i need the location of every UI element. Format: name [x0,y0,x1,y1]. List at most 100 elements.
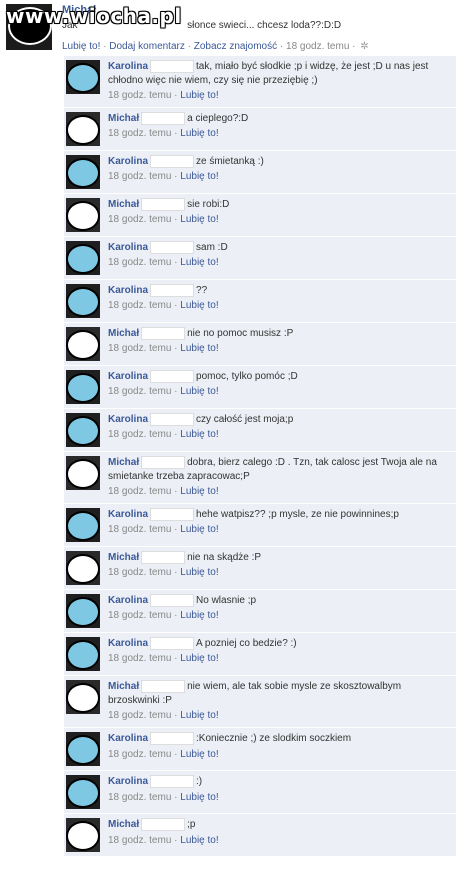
comment-text: a cieplego?:D [187,113,249,125]
comment-thread: Karolina tak, miało być słodkie ;p i widz… [64,56,456,858]
like-link[interactable]: Lubię to! [180,792,218,803]
avatar[interactable] [66,413,100,448]
comment-text: czy całość jest moja;p [196,414,294,426]
avatar[interactable] [66,456,100,491]
comment-author[interactable]: Michał [108,681,139,692]
comment-meta: 18 godz. temu · Lubię to! [108,90,219,102]
comment-author[interactable]: Karolina [108,638,148,649]
avatar[interactable] [66,198,100,233]
avatar[interactable] [66,732,100,767]
like-link[interactable]: Lubię to! [180,300,218,311]
see-friendship-link[interactable]: Zobacz znajomość [194,41,277,52]
like-link[interactable]: Lubię to! [180,710,218,721]
redaction-oval [66,778,100,809]
comment-author[interactable]: Karolina [108,371,148,382]
like-link[interactable]: Lubię to! [180,429,218,440]
like-link[interactable]: Lubię to! [180,749,218,760]
avatar[interactable] [66,508,100,543]
comment-author[interactable]: Karolina [108,777,148,788]
avatar[interactable] [66,60,100,94]
redaction-oval [66,244,100,275]
like-link[interactable]: Lubię to! [180,567,218,578]
redaction-block [150,732,195,746]
like-link[interactable]: Lubię to! [180,214,218,225]
add-comment-link[interactable]: Dodaj komentarz [109,41,185,52]
redaction-oval [66,597,100,628]
comment-author[interactable]: Karolina [108,509,148,520]
comment-text: nie na skądże :P [187,552,262,564]
comment-body: Karolina sam :D 18 godz. temu · Lubię to! [64,237,456,274]
comment-text: ze śmietanką :) [196,156,264,168]
like-link[interactable]: Lubię to! [180,128,218,139]
comment-author[interactable]: Karolina [108,285,148,296]
redaction-oval [66,683,100,714]
avatar[interactable] [66,818,100,853]
avatar[interactable] [66,594,100,629]
comment-author[interactable]: Michał [108,457,139,468]
comment-author[interactable]: Michał [108,820,139,831]
like-link[interactable]: Lubię to! [180,343,218,354]
avatar[interactable] [66,775,100,810]
avatar[interactable] [66,551,100,586]
comment-text: sam :D [196,242,228,254]
comment-time: 18 godz. temu [108,834,172,846]
redaction-block [141,198,186,212]
post-meta: Lubię to! · Dodaj komentarz · Zobacz zna… [62,41,369,52]
comment-meta: 18 godz. temu · Lubię to! [108,524,219,536]
avatar[interactable] [66,112,100,147]
gear-icon[interactable]: ✲ [360,41,368,52]
like-link[interactable]: Lubię to! [180,610,218,621]
comment-author[interactable]: Michał [108,199,139,210]
avatar[interactable] [66,284,100,319]
avatar[interactable] [66,370,100,405]
avatar[interactable] [66,637,100,672]
comment-meta: 18 godz. temu · Lubię to! [108,429,219,441]
like-link[interactable]: Lubię to! [180,386,218,397]
redaction-oval [66,287,100,318]
comment-row: Michał nie na skądże :P 18 godz. temu · Lu… [64,547,456,591]
redaction-oval [66,373,100,404]
comment-meta: 18 godz. temu · Lubię to! [108,257,219,269]
redaction-block [141,551,186,565]
comment-time: 18 godz. temu [108,90,172,102]
like-link[interactable]: Lubię to! [180,524,218,535]
comment-author[interactable]: Karolina [108,595,148,606]
like-link[interactable]: Lubię to! [180,257,218,268]
comment-meta: 18 godz. temu · Lubię to! [108,791,219,803]
comment-text: pomoc, tylko pomóc ;D [196,371,298,383]
comment-author[interactable]: Michał [108,328,139,339]
comment-author[interactable]: Karolina [108,242,148,253]
comment-author[interactable]: Karolina [108,414,148,425]
comment-row: Karolina No wlasnie ;p 18 godz. temu · Lub… [64,590,456,634]
like-link[interactable]: Lubię to! [180,486,218,497]
avatar[interactable] [66,680,100,715]
comment-time: 18 godz. temu [108,567,172,579]
avatar[interactable] [66,241,100,276]
like-link[interactable]: Lubię to! [62,41,100,52]
comment-meta: 18 godz. temu · Lubię to! [108,128,219,140]
comment-meta: 18 godz. temu · Lubię to! [108,710,219,722]
post-text-end: słonce swieci... chcesz loda??:D:D [187,20,342,32]
redaction-oval [66,330,100,361]
avatar[interactable] [66,155,100,190]
comment-author[interactable]: Karolina [108,61,148,72]
comment-author[interactable]: Karolina [108,156,148,167]
redaction-oval [66,640,100,671]
comment-author[interactable]: Michał [108,113,139,124]
comment-row: Michał ;p 18 godz. temu · Lubię to! [64,814,456,858]
redaction-oval [66,511,100,542]
comment-text: No wlasnie ;p [196,595,257,607]
like-link[interactable]: Lubię to! [180,653,218,664]
like-link[interactable]: Lubię to! [180,90,218,101]
avatar[interactable] [66,327,100,362]
like-link[interactable]: Lubię to! [180,835,218,846]
like-link[interactable]: Lubię to! [180,171,218,182]
comment-author[interactable]: Karolina [108,734,148,745]
comment-row: Karolina pomoc, tylko pomóc ;D 18 godz. te… [64,366,456,410]
comment-body: Michał dobra, bierz calego :D . Tzn, tak … [64,452,456,503]
redaction-oval [66,115,100,146]
comment-author[interactable]: Michał [108,552,139,563]
comment-time: 18 godz. temu [108,214,172,226]
comment-time: 18 godz. temu [108,171,172,183]
redaction-block [150,775,195,789]
